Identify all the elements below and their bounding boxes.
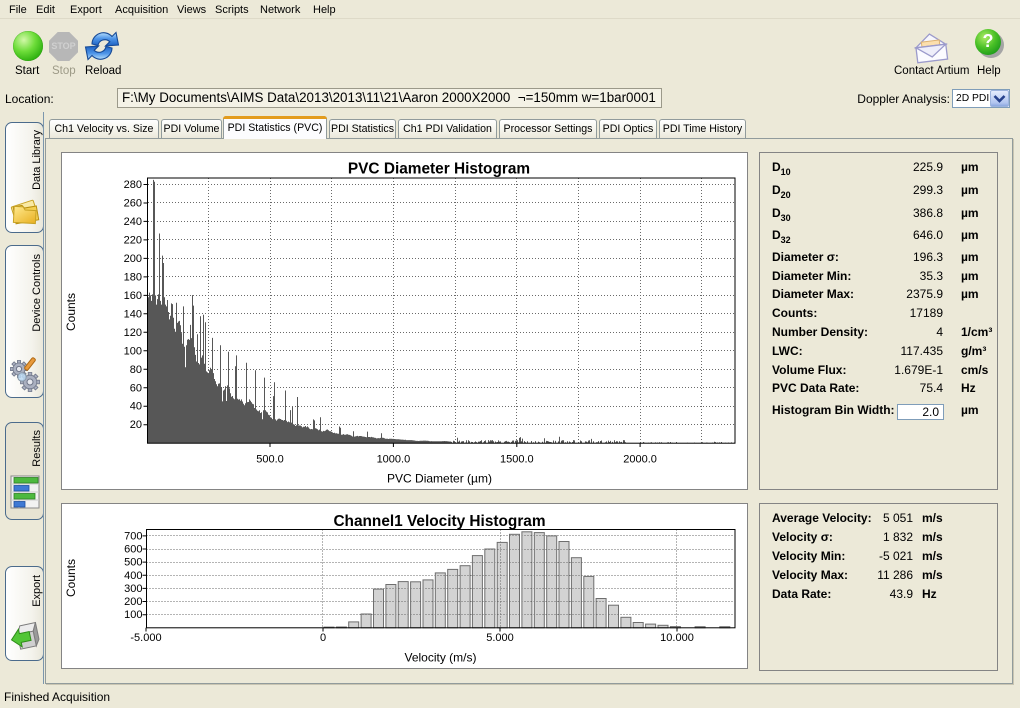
svg-text:10.000: 10.000 bbox=[660, 632, 694, 644]
svg-text:120: 120 bbox=[124, 327, 142, 339]
svg-text:0: 0 bbox=[320, 632, 326, 644]
svg-text:160: 160 bbox=[124, 290, 142, 302]
svg-text:5.000: 5.000 bbox=[486, 632, 514, 644]
svg-text:180: 180 bbox=[124, 271, 142, 283]
svg-text:1500.0: 1500.0 bbox=[500, 454, 534, 466]
svg-text:1000.0: 1000.0 bbox=[377, 454, 411, 466]
svg-text:280: 280 bbox=[124, 179, 142, 191]
svg-text:220: 220 bbox=[124, 234, 142, 246]
svg-text:Channel1 Velocity Histogram: Channel1 Velocity Histogram bbox=[333, 513, 545, 530]
svg-text:600: 600 bbox=[124, 544, 142, 556]
svg-text:PVC Diameter (µm): PVC Diameter (µm) bbox=[387, 472, 492, 486]
svg-text:200: 200 bbox=[124, 253, 142, 265]
svg-text:300: 300 bbox=[124, 583, 142, 595]
svg-text:Counts: Counts bbox=[64, 559, 78, 597]
svg-text:700: 700 bbox=[124, 530, 142, 542]
svg-text:2000.0: 2000.0 bbox=[623, 454, 657, 466]
svg-text:200: 200 bbox=[124, 596, 142, 608]
svg-text:100: 100 bbox=[124, 345, 142, 357]
svg-text:140: 140 bbox=[124, 308, 142, 320]
svg-text:40: 40 bbox=[130, 401, 142, 413]
svg-text:500: 500 bbox=[124, 557, 142, 569]
svg-text:PVC Diameter Histogram: PVC Diameter Histogram bbox=[348, 161, 530, 178]
svg-text:Counts: Counts bbox=[64, 293, 78, 331]
svg-text:500.0: 500.0 bbox=[256, 454, 284, 466]
svg-text:80: 80 bbox=[130, 364, 142, 376]
svg-text:100: 100 bbox=[124, 609, 142, 621]
svg-text:-5.000: -5.000 bbox=[130, 632, 161, 644]
svg-text:60: 60 bbox=[130, 382, 142, 394]
svg-text:Velocity (m/s): Velocity (m/s) bbox=[404, 651, 476, 665]
svg-text:240: 240 bbox=[124, 216, 142, 228]
svg-text:20: 20 bbox=[130, 419, 142, 431]
svg-text:260: 260 bbox=[124, 198, 142, 210]
svg-text:400: 400 bbox=[124, 570, 142, 582]
